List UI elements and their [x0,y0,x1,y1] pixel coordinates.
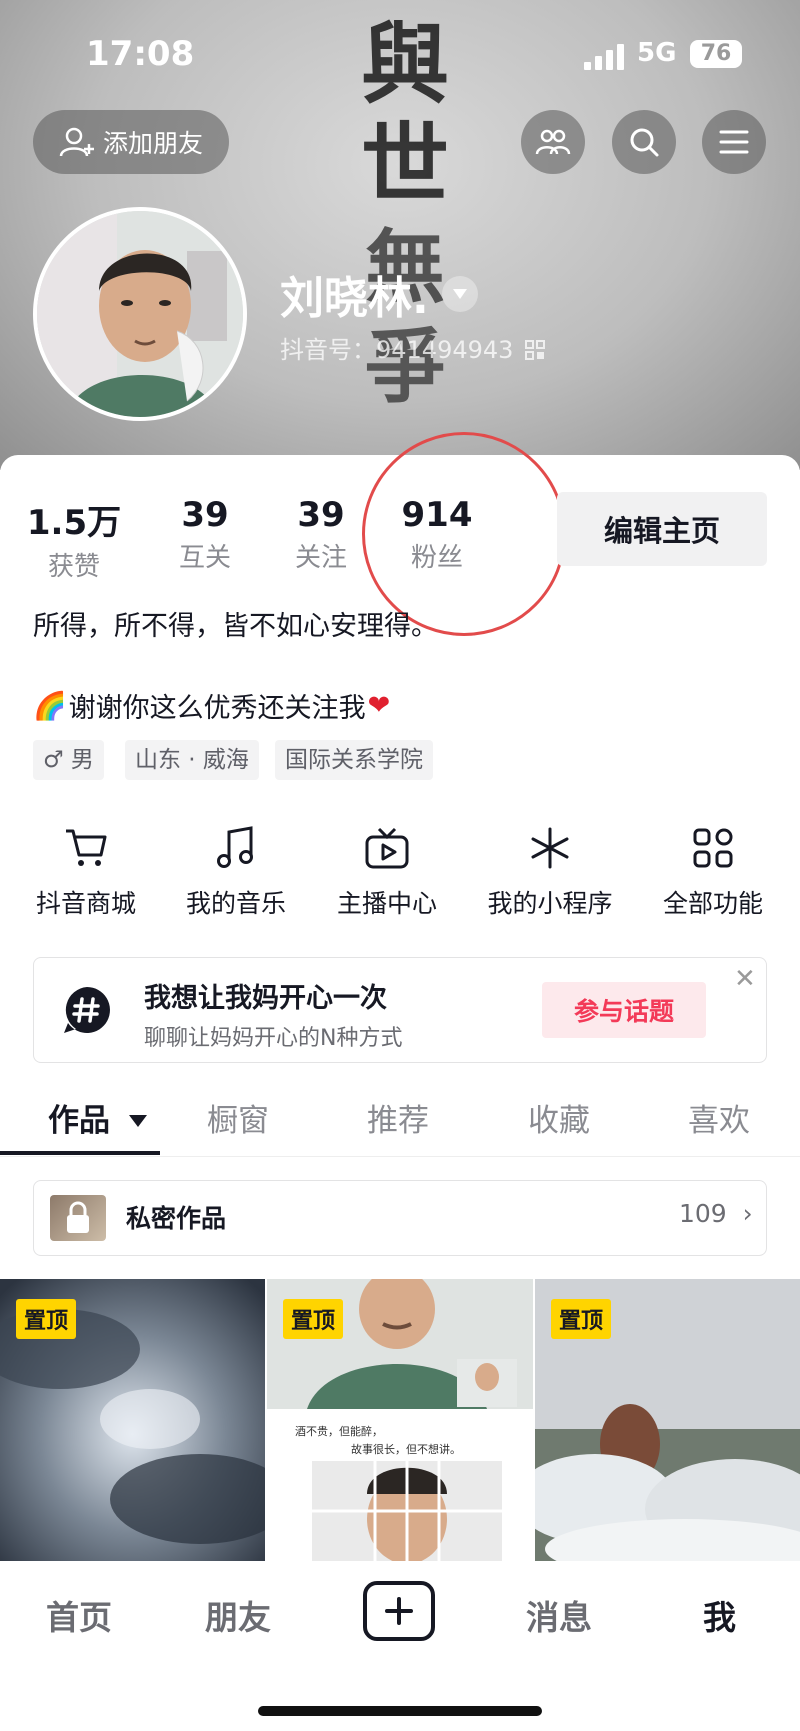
pinned-badge: 置顶 [551,1299,612,1339]
stat-likes[interactable]: 1.5万 获赞 [19,495,129,583]
topic-subtitle: 聊聊让妈妈开心的N种方式 [144,1026,403,1051]
create-post-button[interactable] [363,1581,435,1641]
douyin-id[interactable]: 抖音号：941494943 [280,330,546,365]
func-mini-programs[interactable]: 我的小程序 [475,820,625,920]
lock-icon [67,1201,89,1233]
status-bar: 17:08 5G 76 [0,30,800,80]
func-shop[interactable]: 抖音商城 [11,820,161,920]
video-thumbnail[interactable]: 置顶 [535,1279,800,1561]
tag-location: 山东 · 威海 [125,740,259,780]
private-works-label: 私密作品 [126,1204,227,1233]
search-icon [630,128,659,157]
tab-divider [0,1156,800,1157]
video-thumbnail[interactable]: 置顶 [0,1279,265,1561]
triangle-down-icon [453,289,467,299]
add-friend-label: 添加朋友 [102,129,203,158]
plus-icon [385,1597,413,1625]
private-works-count: 109 › [679,1199,753,1228]
hamburger-icon [719,130,749,154]
music-icon [217,826,253,868]
avatar[interactable] [33,207,247,421]
pinned-badge: 置顶 [283,1299,344,1339]
tab-likes[interactable]: 喜欢 [688,1095,750,1140]
chevron-right-icon: › [742,1199,753,1228]
asterisk-icon [531,827,569,869]
douyin-id-text: 抖音号：941494943 [280,336,514,364]
qrcode-icon [525,340,546,360]
svg-text:世: 世 [361,112,449,216]
cart-icon [66,829,107,866]
stat-value: 39 [297,495,345,535]
func-label: 全部功能 [662,889,763,918]
people-icon [535,129,571,155]
tag-school: 国际关系学院 [275,740,433,780]
search-button[interactable] [612,110,676,174]
tab-label: 作品 [48,1103,110,1139]
heart-icon: ❤ [367,690,391,721]
func-label: 抖音商城 [35,889,136,918]
func-creator-center[interactable]: 主播中心 [312,820,462,920]
video-thumbnail[interactable]: 酒不贵，但能醉， 故事很长，但不想讲。 置顶 [267,1279,533,1561]
topic-banner[interactable]: 我想让我妈开心一次 聊聊让妈妈开心的N种方式 参与话题 ✕ [33,957,767,1063]
func-label: 我的音乐 [185,889,286,918]
tag-gender: ♂ 男 [33,740,104,780]
nav-home[interactable]: 首页 [46,1591,112,1639]
account-switch-button[interactable] [442,276,478,312]
stat-mutual[interactable]: 39 互关 [150,495,260,574]
grid-icon [693,828,733,868]
tab-recommend[interactable]: 推荐 [367,1095,429,1140]
caption-line-1: 酒不贵，但能醉， [295,1425,383,1438]
nickname: 刘晓林. [280,273,429,324]
stat-following[interactable]: 39 关注 [266,495,376,574]
tab-favorites[interactable]: 收藏 [528,1095,590,1140]
bio-line-2: 🌈 谢谢你这么优秀还关注我 ❤ [33,686,390,725]
stat-label: 互关 [178,543,231,573]
close-icon[interactable]: ✕ [734,964,756,994]
stat-label: 关注 [294,543,347,573]
caption-line-2: 故事很长，但不想讲。 [351,1443,461,1456]
home-indicator [258,1706,542,1716]
func-all[interactable]: 全部功能 [638,820,788,920]
status-time: 17:08 [86,34,195,74]
battery-level: 76 [690,40,742,68]
avatar-photo [37,211,243,417]
stat-label: 获赞 [47,552,100,582]
add-user-icon [59,127,94,157]
signal-icon [584,44,624,70]
friends-button[interactable] [521,110,585,174]
bio-text: 谢谢你这么优秀还关注我 [68,693,366,724]
stat-value: 1.5万 [26,503,122,543]
nav-me[interactable]: 我 [703,1591,736,1639]
private-works-row[interactable]: 私密作品 109 › [33,1180,767,1256]
func-music[interactable]: 我的音乐 [161,820,311,920]
private-thumbnail [50,1195,106,1241]
join-topic-button[interactable]: 参与话题 [542,982,706,1038]
topic-title: 我想让我妈开心一次 [144,983,387,1014]
func-label: 主播中心 [336,889,437,918]
network-type: 5G [637,38,677,68]
hashtag-icon [64,987,110,1033]
tab-showcase[interactable]: 橱窗 [207,1095,269,1140]
nav-messages[interactable]: 消息 [526,1591,592,1639]
nav-friends[interactable]: 朋友 [205,1591,271,1639]
func-label: 我的小程序 [487,889,613,918]
bio-line-1: 所得，所不得，皆不如心安理得。 [33,611,438,642]
menu-button[interactable] [702,110,766,174]
add-friend-button[interactable]: 添加朋友 [33,110,229,174]
rainbow-icon: 🌈 [33,690,67,722]
edit-profile-button[interactable]: 编辑主页 [557,492,767,566]
pinned-badge: 置顶 [16,1299,77,1339]
caret-down-icon [128,1115,147,1127]
tv-icon [365,827,409,869]
active-tab-indicator [0,1151,160,1155]
count-value: 109 [679,1199,727,1228]
tab-works[interactable]: 作品 [48,1095,147,1140]
stat-value: 39 [181,495,229,535]
male-icon-text: ♂ 男 [43,747,94,773]
profile-header: 與 世 無 爭 17:08 5G 76 添加朋友 刘晓林. 抖音号：941494… [0,0,800,470]
